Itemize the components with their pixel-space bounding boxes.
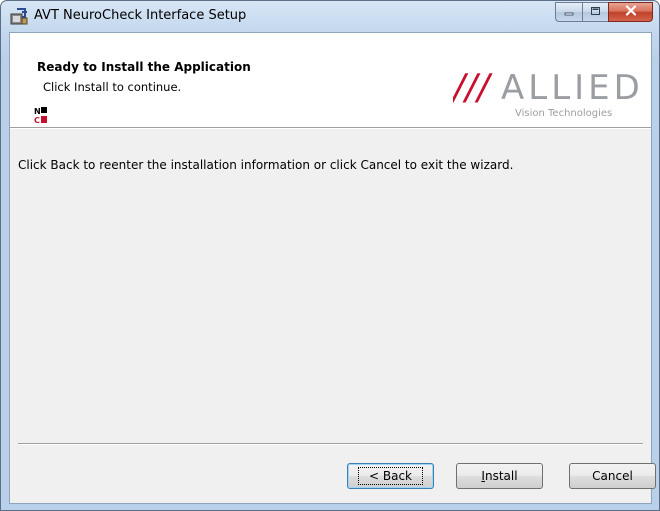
setup-window: AVT NeuroCheck Interface Setup Ready to … <box>0 0 660 511</box>
maximize-button[interactable] <box>582 2 608 22</box>
allied-logo-slashes: /// <box>453 67 493 108</box>
page-title: Ready to Install the Application <box>37 60 251 74</box>
caption-buttons <box>555 2 653 22</box>
allied-logo-tagline: Vision Technologies <box>515 108 612 119</box>
install-button-label: Install <box>481 469 517 483</box>
close-button[interactable] <box>608 2 653 22</box>
wizard-client-area: Ready to Install the Application Click I… <box>9 32 656 504</box>
wizard-banner: Ready to Install the Application Click I… <box>10 33 651 127</box>
nc-logo-top-letter: N <box>34 107 41 116</box>
maximize-icon <box>590 5 601 19</box>
install-label-rest: nstall <box>484 469 518 483</box>
back-button[interactable]: < Back <box>347 463 434 489</box>
minimize-icon <box>564 5 574 19</box>
installer-icon[interactable] <box>10 8 28 26</box>
page-subtitle: Click Install to continue. <box>43 80 182 94</box>
window-title: AVT NeuroCheck Interface Setup <box>34 8 247 23</box>
allied-logo-name: ALLIED <box>501 68 638 108</box>
nc-logo-bottom-letter: C <box>34 116 40 124</box>
back-button-label: < Back <box>357 467 423 485</box>
neurocheck-logo: N C <box>34 106 48 125</box>
close-icon <box>625 5 637 19</box>
cancel-button[interactable]: Cancel <box>569 463 656 489</box>
cancel-button-label: Cancel <box>592 469 633 483</box>
allied-vision-logo: /// ALLIED Vision Technologies <box>450 61 640 119</box>
title-bar[interactable]: AVT NeuroCheck Interface Setup <box>1 1 659 32</box>
minimize-button[interactable] <box>555 2 582 22</box>
instruction-text: Click Back to reenter the installation i… <box>18 158 514 172</box>
footer-divider <box>18 443 643 445</box>
banner-divider <box>10 127 651 129</box>
install-button[interactable]: Install <box>456 463 543 489</box>
